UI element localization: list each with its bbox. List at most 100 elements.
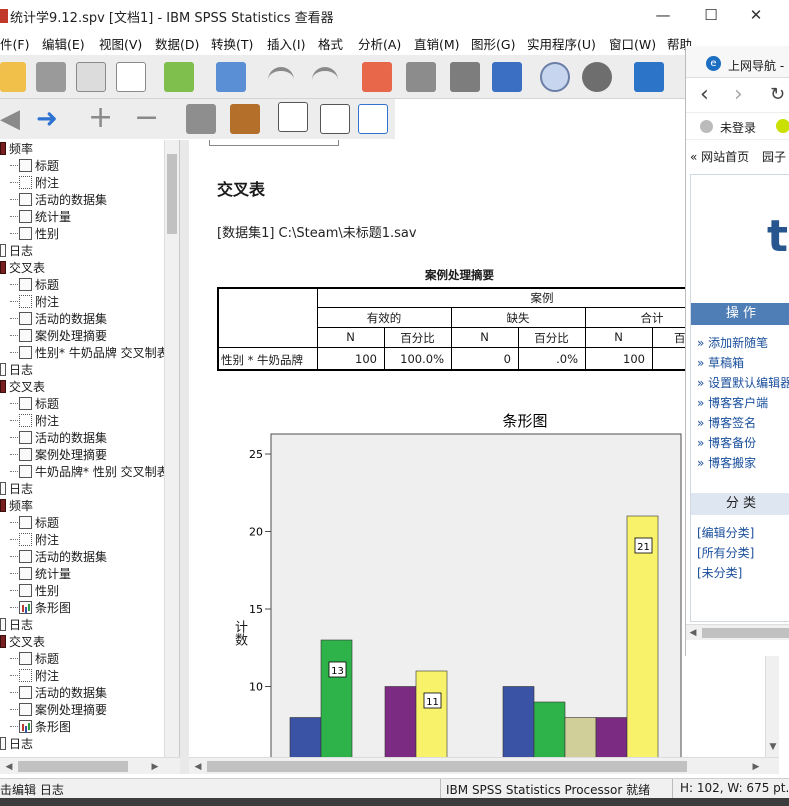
insert-text-icon[interactable] [358,104,388,134]
bar[interactable] [320,639,353,757]
outline-node[interactable]: 标题 [10,650,59,667]
outline-node[interactable]: 活动的数据集 [10,310,107,327]
menu-view[interactable]: 视图(V) [99,34,142,53]
content-hscroll-thumb[interactable] [207,761,687,772]
login-status[interactable]: 未登录 [720,119,756,136]
outline-horizontal-scrollbar[interactable]: ◀ ▶ [0,757,180,774]
outline-node[interactable]: 活动的数据集 [10,684,107,701]
scroll-down-arrow-icon[interactable]: ▼ [766,740,780,754]
collapse-minus-icon[interactable]: − [134,103,159,133]
browser-tab-title[interactable]: 上网导航 - [728,57,784,74]
spelling-icon[interactable] [634,62,664,92]
redo-icon[interactable] [312,67,338,85]
outline-scroll-thumb[interactable] [167,154,177,234]
category-link[interactable]: [未分类] [697,563,789,583]
bar[interactable] [502,686,535,758]
outline-node[interactable]: 标题 [10,395,59,412]
browser-hscroll-thumb[interactable] [702,628,789,638]
show-all-icon[interactable] [582,62,612,92]
category-link[interactable]: [所有分类] [697,543,789,563]
scroll-left-arrow-icon[interactable]: ◀ [191,760,205,774]
menu-analyze[interactable]: 分析(A) [358,34,401,53]
close-button[interactable]: ✕ [733,0,779,30]
operation-link[interactable]: » 添加新随笔 [697,333,789,353]
pane-splitter[interactable] [180,140,189,774]
browser-forward-icon[interactable]: › [734,82,743,107]
menu-utilities[interactable]: 实用程序(U) [527,34,596,53]
open-folder-icon[interactable] [0,62,26,92]
outline-node[interactable]: 交叉表 [0,378,45,395]
outline-node[interactable]: 日志 [0,480,33,497]
goto-data-icon[interactable] [362,62,392,92]
menu-direct-marketing[interactable]: 直销(M) [414,34,460,53]
browser-back-icon[interactable]: ‹ [700,82,709,107]
scroll-right-arrow-icon[interactable]: ▶ [148,760,162,774]
operation-link[interactable]: » 博客客户端 [697,393,789,413]
operation-link[interactable]: » 博客签名 [697,413,789,433]
use-sets-icon[interactable] [540,62,570,92]
menu-format[interactable]: 格式 [318,34,343,53]
outline-node[interactable]: 案例处理摘要 [10,701,107,718]
outline-node[interactable]: 频率 [0,140,33,157]
bar-chart[interactable]: 条形图 10 15 20 25 13 11 21 [189,390,765,757]
show-icon[interactable] [186,104,216,134]
garden-link[interactable]: 园子 [762,148,786,165]
menu-edit[interactable]: 编辑(E) [42,34,85,53]
bar[interactable] [289,717,322,758]
scroll-left-arrow-icon[interactable]: ◀ [686,626,700,640]
outline-node[interactable]: 统计量 [10,565,71,582]
goto-case-icon[interactable] [406,62,436,92]
bar[interactable] [564,717,597,758]
menu-insert[interactable]: 插入(I) [267,34,305,53]
outline-node[interactable]: 性别* 牛奶品牌 交叉制表 [10,344,169,361]
outline-node[interactable]: 附注 [10,531,59,548]
menu-graphs[interactable]: 图形(G) [471,34,515,53]
insert-heading-icon[interactable] [278,102,308,132]
export-icon[interactable] [164,62,194,92]
outline-node[interactable]: 条形图 [10,718,71,735]
goto-variable-icon[interactable] [450,62,480,92]
outline-node[interactable]: 交叉表 [0,259,45,276]
outline-node[interactable]: 标题 [10,157,59,174]
outline-node[interactable]: 标题 [10,514,59,531]
outline-node[interactable]: 条形图 [10,599,71,616]
hide-icon[interactable] [230,104,260,134]
variables-icon[interactable] [492,62,522,92]
recall-dialog-icon[interactable] [216,62,246,92]
browser-window[interactable]: e 上网导航 - ‹ › ↻ 未登录 « 网站首页 园子 t 操 作 » 添加新… [685,46,789,656]
scroll-left-arrow-icon[interactable]: ◀ [2,760,16,774]
bar[interactable] [415,670,448,757]
operation-link[interactable]: » 博客备份 [697,433,789,453]
minimize-button[interactable]: — [640,0,686,30]
back-arrow-icon[interactable]: ◀ [0,106,20,132]
insert-title-icon[interactable] [320,104,350,134]
outline-node[interactable]: 案例处理摘要 [10,327,107,344]
outline-node[interactable]: 日志 [0,735,33,752]
outline-hscroll-thumb[interactable] [18,761,128,772]
forward-arrow-icon[interactable]: ➜ [36,106,58,132]
site-home-link[interactable]: « 网站首页 [690,148,749,165]
outline-node[interactable]: 日志 [0,361,33,378]
outline-node[interactable]: 活动的数据集 [10,548,107,565]
outline-node[interactable]: 附注 [10,412,59,429]
menu-window[interactable]: 窗口(W) [609,34,656,53]
bar[interactable] [595,717,628,758]
outline-node[interactable]: 牛奶品牌* 性别 交叉制表 [10,463,169,480]
operation-link[interactable]: » 博客搬家 [697,453,789,473]
outline-node[interactable]: 日志 [0,616,33,633]
outline-node[interactable]: 案例处理摘要 [10,446,107,463]
outline-node[interactable]: 活动的数据集 [10,429,107,446]
operation-link[interactable]: » 设置默认编辑器 [697,373,789,393]
outline-node[interactable]: 附注 [10,667,59,684]
browser-horizontal-scrollbar[interactable]: ◀ [686,624,789,640]
bar[interactable] [384,686,417,758]
maximize-button[interactable]: ☐ [688,0,734,30]
menu-data[interactable]: 数据(D) [155,34,199,53]
outline-node[interactable]: 统计量 [10,208,71,225]
scroll-right-arrow-icon[interactable]: ▶ [749,760,763,774]
outline-node[interactable]: 日志 [0,242,33,259]
outline-vertical-scrollbar[interactable] [164,140,179,757]
outline-node[interactable]: 活动的数据集 [10,191,107,208]
outline-node[interactable]: 交叉表 [0,633,45,650]
outline-node[interactable]: 性别 [10,582,59,599]
